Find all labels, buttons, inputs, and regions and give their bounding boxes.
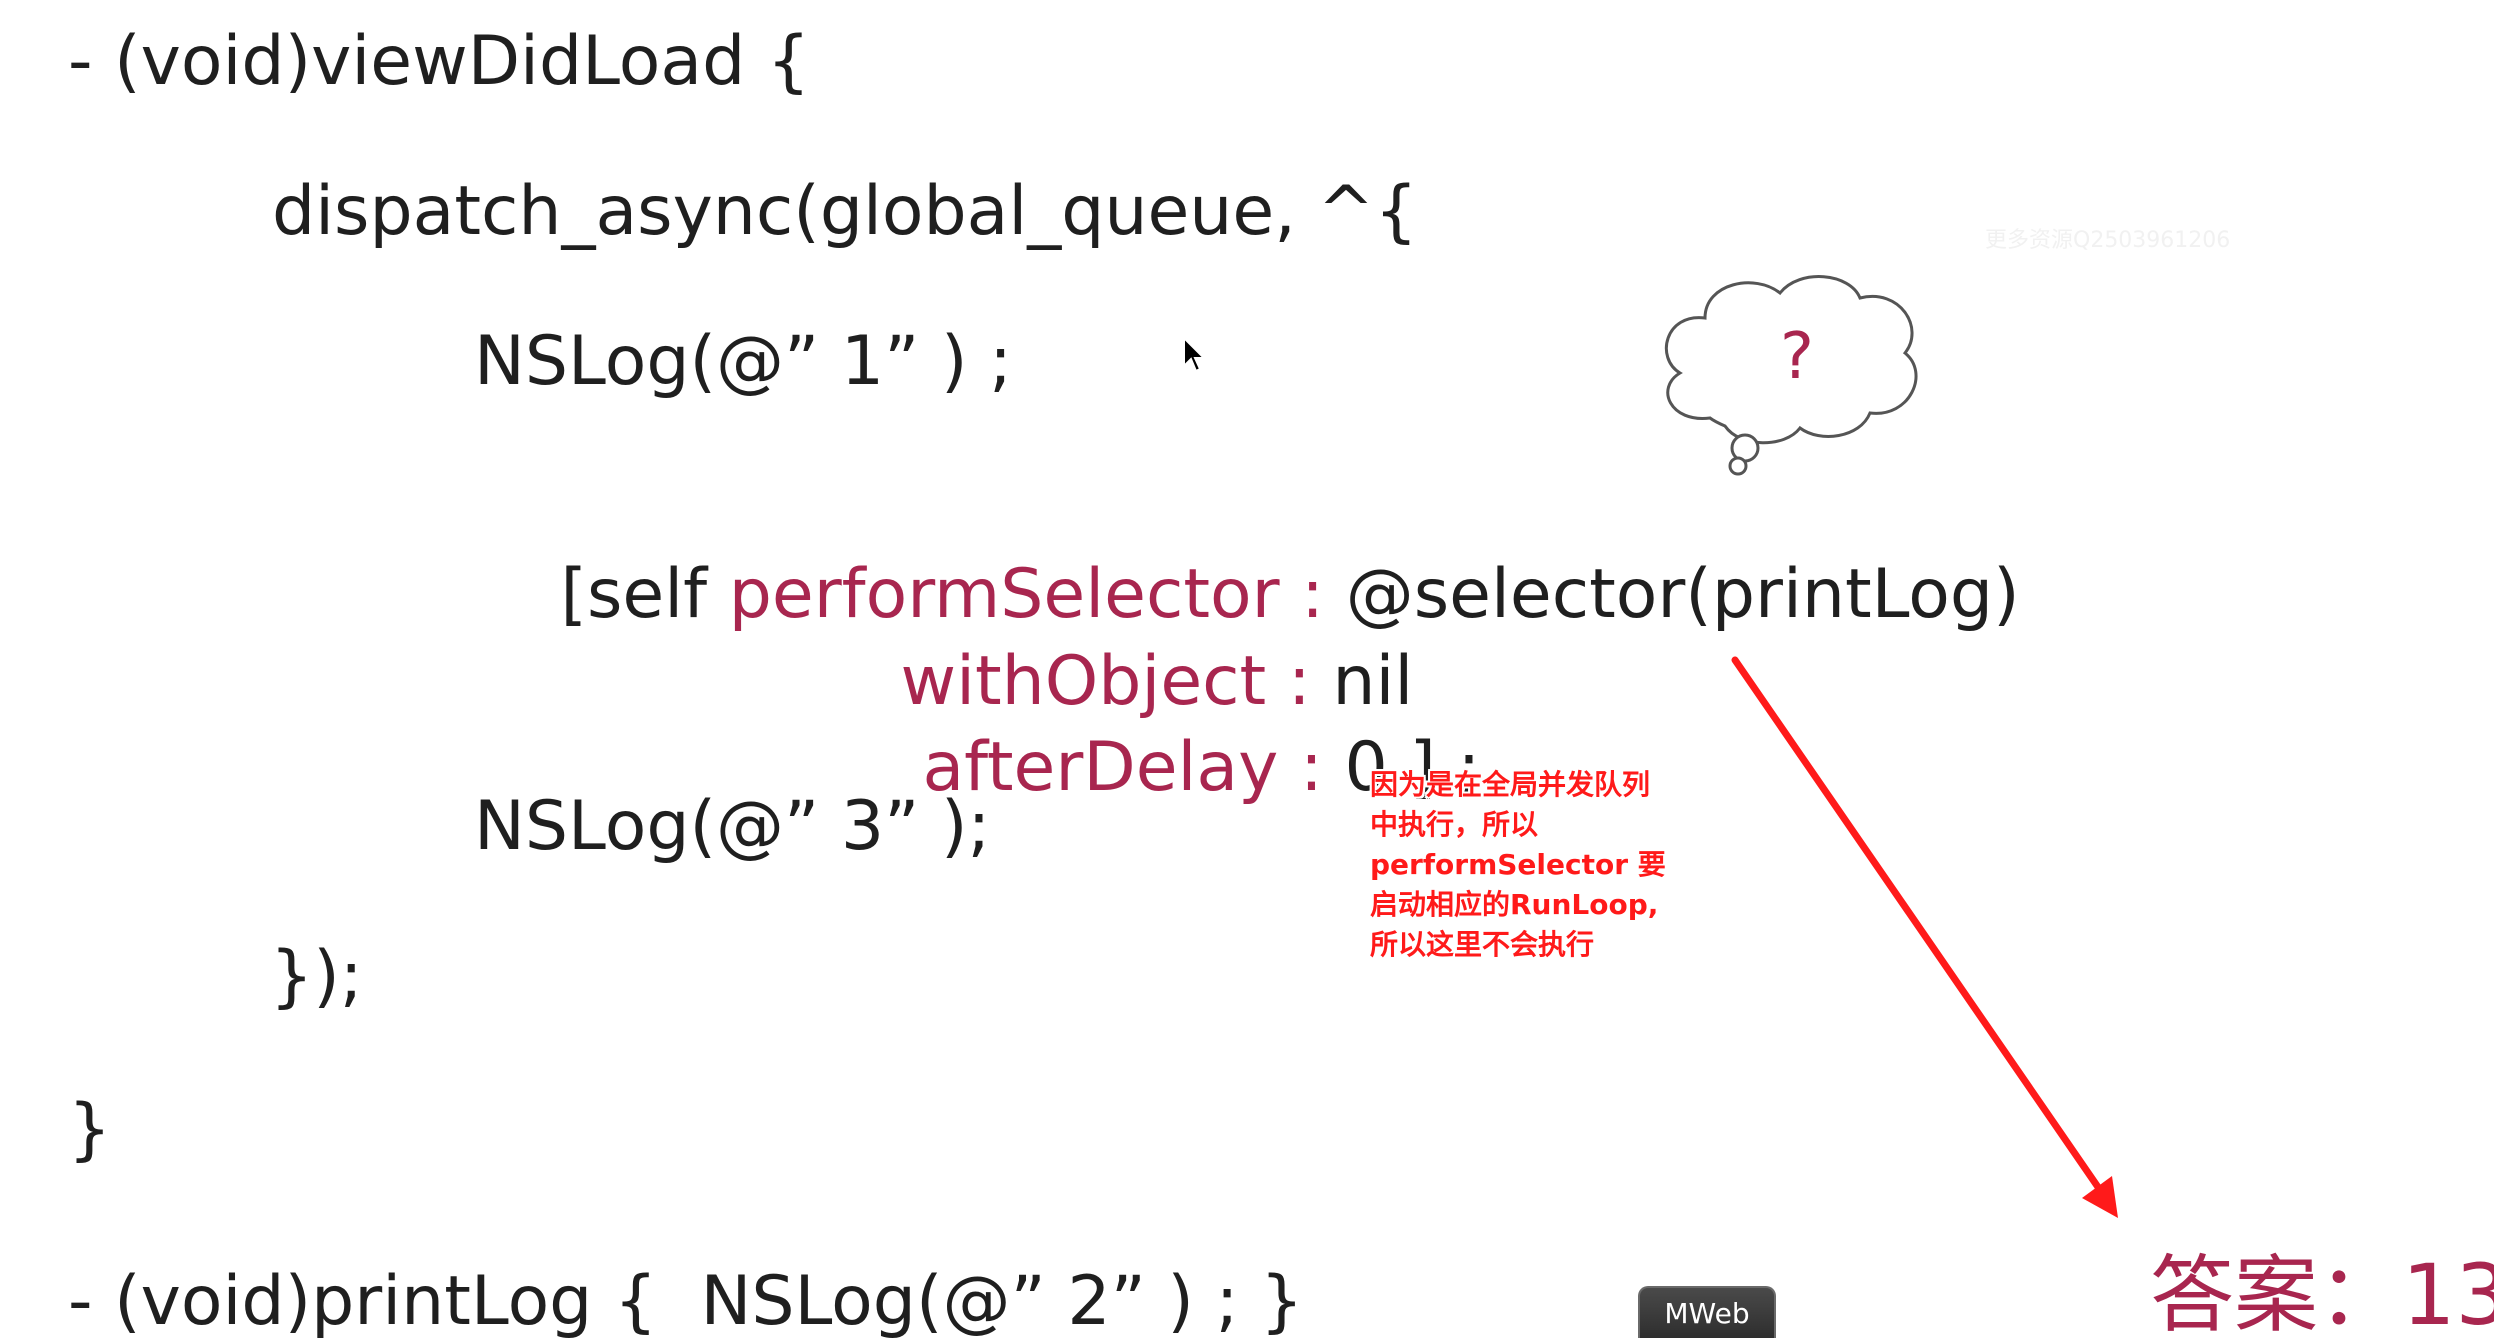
- presentation-slide: - (void)viewDidLoad { dispatch_async(glo…: [0, 0, 2494, 1338]
- answer-text: 答案：13: [2150, 1246, 2494, 1338]
- red-arrow-icon: [1731, 656, 2118, 1218]
- dock-app-tooltip: MWeb: [1638, 1286, 1776, 1338]
